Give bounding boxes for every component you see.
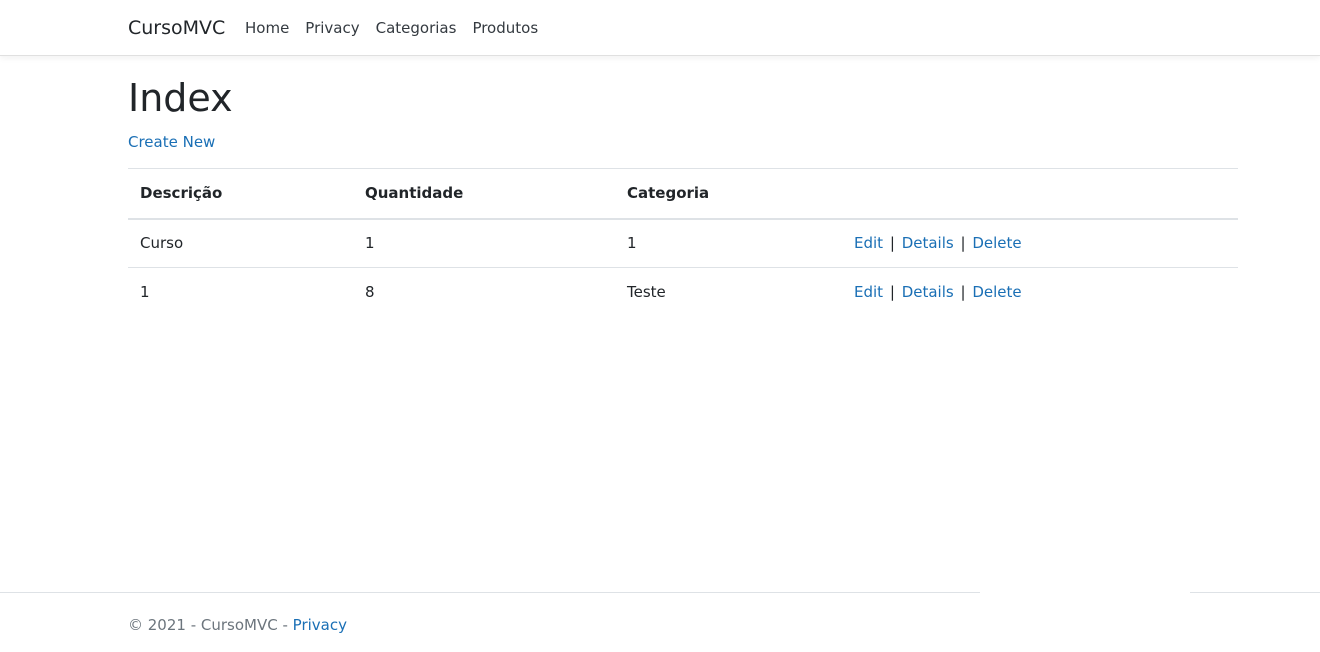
cell-categoria: Teste [627, 283, 666, 302]
edit-link[interactable]: Edit [854, 283, 883, 301]
header-actions [842, 169, 1238, 219]
products-table: Descrição Quantidade Categoria Curso 1 1… [128, 168, 1238, 317]
header-descricao: Descrição [140, 184, 223, 203]
cell-descricao: 1 [140, 283, 150, 302]
action-separator: | [889, 234, 895, 253]
details-link[interactable]: Details [902, 283, 954, 301]
brand-link[interactable]: CursoMVC [128, 16, 225, 40]
nav-link-home[interactable]: Home [245, 18, 289, 38]
page-footer: © 2021 - CursoMVC - Privacy [0, 592, 1320, 652]
footer-copyright-text: © 2021 - CursoMVC - [128, 616, 293, 634]
cell-actions: Edit | Details | Delete [842, 219, 1238, 268]
table-header-row: Descrição Quantidade Categoria [128, 168, 1238, 219]
table-row: Curso 1 1 Edit | Details | Delete [128, 219, 1238, 268]
action-separator: | [889, 283, 895, 302]
header-categoria: Categoria [627, 184, 710, 203]
nav-link-produtos[interactable]: Produtos [472, 18, 538, 38]
delete-link[interactable]: Delete [972, 283, 1021, 301]
page-title: Index [128, 76, 233, 120]
action-separator: | [960, 283, 966, 302]
products-table-container: Descrição Quantidade Categoria Curso 1 1… [128, 168, 1238, 317]
edit-link[interactable]: Edit [854, 234, 883, 252]
details-link[interactable]: Details [902, 234, 954, 252]
header-quantidade: Quantidade [365, 184, 464, 203]
cell-quantidade: 1 [365, 234, 375, 253]
cell-actions: Edit | Details | Delete [842, 268, 1238, 317]
delete-link[interactable]: Delete [972, 234, 1021, 252]
footer-divider-gap [980, 592, 1190, 594]
action-separator: | [960, 234, 966, 253]
cell-quantidade: 8 [365, 283, 375, 302]
nav-menu: Home Privacy Categorias Produtos [245, 18, 554, 38]
top-navbar: CursoMVC Home Privacy Categorias Produto… [0, 0, 1320, 56]
nav-link-categorias[interactable]: Categorias [376, 18, 457, 38]
cell-categoria: 1 [627, 234, 637, 253]
create-new-link[interactable]: Create New [128, 132, 215, 152]
table-row: 1 8 Teste Edit | Details | Delete [128, 268, 1238, 317]
footer-copyright: © 2021 - CursoMVC - Privacy [128, 615, 347, 635]
cell-descricao: Curso [140, 234, 184, 253]
nav-link-privacy[interactable]: Privacy [305, 18, 359, 38]
footer-privacy-link[interactable]: Privacy [293, 616, 347, 634]
